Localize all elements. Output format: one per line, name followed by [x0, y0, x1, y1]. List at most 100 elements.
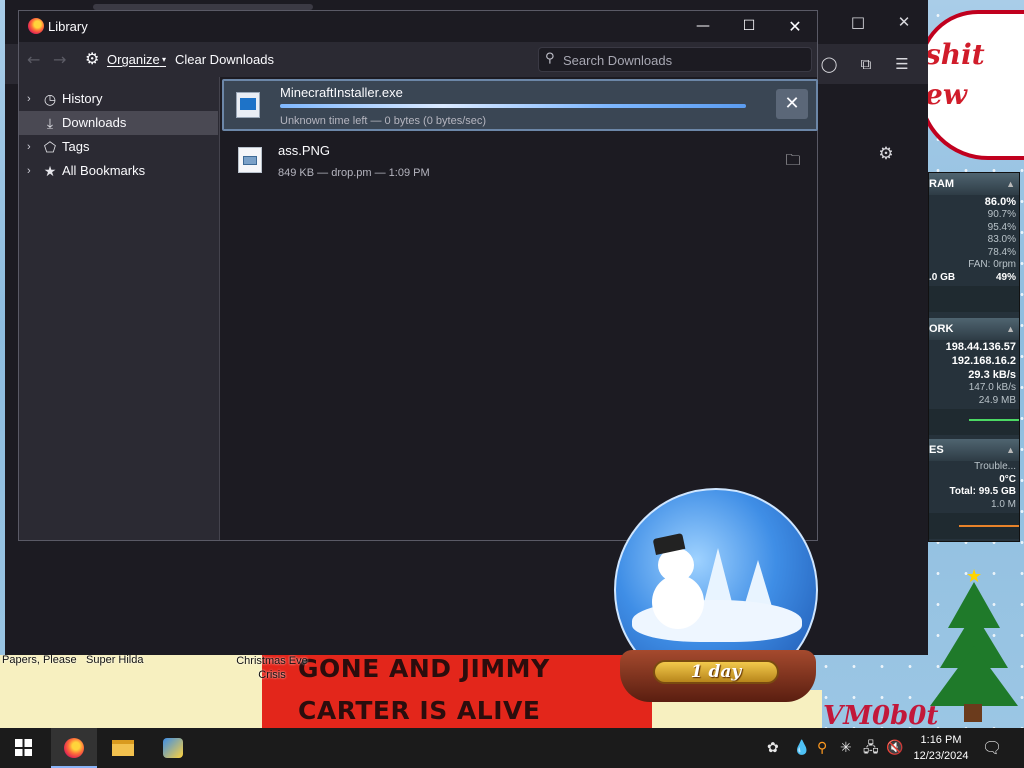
banner-line-2: CARTER IS ALIVE	[298, 696, 541, 725]
tray-app-icon[interactable]: ✿	[767, 739, 779, 757]
taskbar-file-explorer[interactable]	[100, 728, 146, 768]
app-icon	[163, 738, 183, 758]
minimize-button[interactable]: —	[680, 11, 726, 42]
download-icon: ⤓	[46, 115, 54, 131]
download-progress-fill	[280, 104, 746, 108]
drives-header-label: ES	[929, 444, 944, 456]
ram-row: 83.0%	[987, 234, 1016, 245]
library-titlebar[interactable]: Library — ☐ ✕	[19, 11, 817, 42]
ram-graph	[929, 286, 1019, 312]
desktop-icon-super-hilda[interactable]: Super Hilda	[86, 654, 143, 666]
tray-sparkle-icon[interactable]: ✳	[840, 739, 852, 757]
taskbar: ✿ 💧 ⚲ ✳ 🖧 🔇 1:16 PM 12/23/2024 🗨	[0, 728, 1024, 768]
external-ip: 198.44.136.57	[945, 341, 1016, 353]
ram-row: 78.4%	[987, 246, 1016, 258]
banner-line-1: GONE AND JIMMY	[298, 654, 550, 683]
browser-close-icon[interactable]: ✕	[894, 12, 914, 32]
cartoon-text-line-1: shit	[925, 38, 985, 71]
cancel-download-button[interactable]: ✕	[776, 89, 808, 119]
collapse-icon[interactable]: ▲	[1006, 318, 1015, 340]
volume-muted-icon[interactable]: 🔇	[886, 739, 903, 757]
clear-downloads-button[interactable]: Clear Downloads	[175, 52, 274, 67]
download-status: 849 KB — drop.pm — 1:09 PM	[278, 167, 430, 179]
search-icon: ⚲	[545, 51, 555, 66]
back-arrow-icon[interactable]: ←	[27, 50, 40, 69]
history-icon: ◷	[43, 91, 57, 107]
settings-gear-icon[interactable]: ⚙	[875, 144, 897, 164]
sidebar-item-all-bookmarks[interactable]: › ★ All Bookmarks	[19, 159, 218, 183]
library-sidebar: › ◷ History ⤓ Downloads › ⬠ Tags › ★ All…	[19, 77, 218, 540]
desktop-icon-christmas-eve-crisis[interactable]: Christmas Eve Crisis	[232, 654, 312, 682]
drives-header: ES ▲	[929, 439, 1019, 461]
tag-icon: ⬠	[43, 139, 57, 155]
network-header-label: ORK	[929, 323, 954, 335]
account-icon[interactable]: ◯	[818, 54, 840, 74]
ram-total-row: .0 GB 49%	[929, 272, 1019, 285]
download-item[interactable]: ass.PNG 849 KB — drop.pm — 1:09 PM 🗀	[222, 135, 818, 187]
notification-icon[interactable]: 🗨	[982, 739, 1002, 757]
network-graph	[929, 409, 1019, 435]
ram-row: 95.4%	[987, 221, 1016, 233]
extensions-icon[interactable]: ⧉	[855, 54, 877, 74]
sidebar-item-label: Tags	[62, 139, 90, 154]
ram-row: 90.7%	[987, 209, 1016, 220]
network-total: 24.9 MB	[978, 394, 1016, 406]
clock[interactable]: 1:16 PM 12/23/2024	[905, 732, 977, 764]
download-status: Unknown time left — 0 bytes (0 bytes/sec…	[280, 115, 487, 127]
expand-chevron-icon[interactable]: ›	[27, 135, 31, 159]
fan-speed: FAN: 0rpm	[968, 259, 1016, 270]
sidebar-item-tags[interactable]: › ⬠ Tags	[19, 135, 218, 159]
sidebar-item-label: All Bookmarks	[62, 163, 146, 178]
ram-cpu-percent: 86.0%	[984, 196, 1016, 208]
sidebar-item-downloads[interactable]: ⤓ Downloads	[19, 111, 218, 135]
christmas-tree-trunk	[964, 704, 982, 722]
expand-chevron-icon[interactable]: ›	[27, 87, 31, 111]
maximize-button[interactable]: ☐	[726, 11, 772, 42]
download-item[interactable]: MinecraftInstaller.exe Unknown time left…	[222, 79, 818, 131]
drive-graph	[929, 513, 1019, 539]
sidebar-item-history[interactable]: › ◷ History	[19, 87, 218, 111]
tray-drop-icon[interactable]: 💧	[793, 739, 810, 757]
download-filename: MinecraftInstaller.exe	[280, 85, 403, 100]
drive-graph-line	[959, 525, 1019, 537]
internal-ip: 192.168.16.2	[951, 355, 1016, 367]
firefox-icon	[64, 738, 84, 758]
ram-total: .0 GB	[929, 271, 956, 283]
network-header: ORK ▲	[929, 318, 1019, 340]
windows-logo-icon	[14, 739, 32, 756]
open-folder-icon[interactable]: 🗀	[777, 145, 809, 175]
organize-label: Organize	[107, 52, 160, 67]
expand-chevron-icon[interactable]: ›	[27, 159, 31, 183]
drive-total: Total: 99.5 GB	[949, 486, 1017, 497]
watermark: VM0b0t	[823, 701, 939, 728]
taskbar-firefox[interactable]	[51, 728, 97, 768]
taskbar-app[interactable]	[150, 728, 196, 768]
browser-maximize-icon[interactable]: □	[848, 12, 868, 32]
forward-arrow-icon[interactable]: →	[53, 50, 66, 69]
collapse-icon[interactable]: ▲	[1006, 173, 1015, 195]
drive-activity: 1.0 M	[990, 498, 1016, 510]
search-input[interactable]	[563, 51, 803, 69]
collapse-icon[interactable]: ▲	[1006, 439, 1015, 461]
start-button[interactable]	[0, 728, 46, 768]
firefox-logo-icon	[28, 18, 44, 34]
window-title: Library	[48, 19, 88, 34]
system-monitor-gadget: RAM ▲ 86.0% 90.7% 95.4% 83.0% 78.4% FAN:…	[928, 172, 1020, 542]
network-icon[interactable]: 🖧	[863, 739, 879, 757]
menu-icon[interactable]: ☰	[891, 54, 913, 74]
tray-search-icon[interactable]: ⚲	[817, 739, 827, 757]
sidebar-item-label: Downloads	[62, 115, 127, 130]
organize-button[interactable]: Organize ▾	[107, 52, 166, 67]
star-icon: ★	[43, 163, 57, 179]
cartoon-text-line-2: ew	[925, 78, 967, 111]
drive-status: Trouble...	[974, 461, 1016, 472]
close-button[interactable]: ✕	[772, 11, 818, 42]
download-speed: 147.0 kB/s	[968, 382, 1016, 393]
ram-total-percent: 49%	[995, 271, 1016, 283]
image-file-icon	[238, 147, 262, 173]
ram-header: RAM ▲	[929, 173, 1019, 195]
desktop-icon-papers-please[interactable]: Papers, Please	[2, 654, 77, 666]
sidebar-item-label: History	[62, 91, 103, 106]
download-filename: ass.PNG	[278, 143, 331, 158]
chevron-down-icon: ▾	[159, 55, 166, 64]
